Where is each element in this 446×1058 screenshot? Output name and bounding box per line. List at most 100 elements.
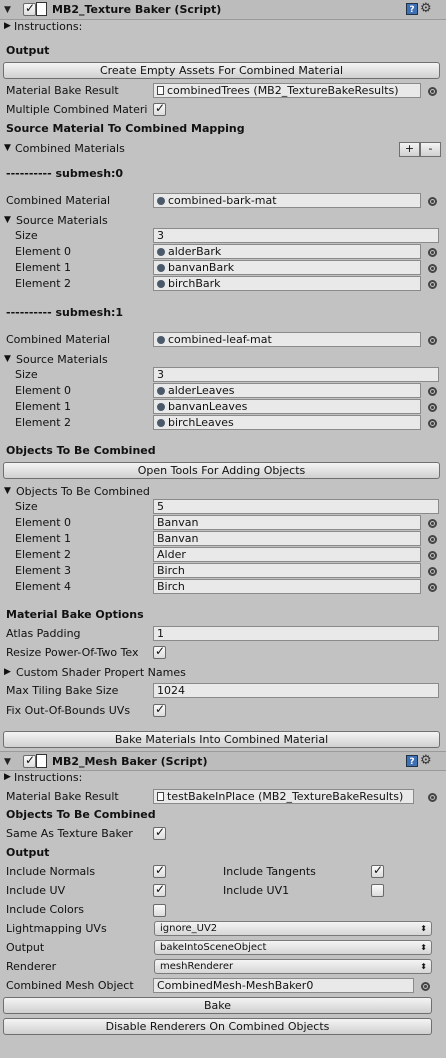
help-icon[interactable]: ? bbox=[406, 3, 418, 15]
source-materials-foldout[interactable]: Source Materials bbox=[16, 213, 108, 228]
object-picker-icon[interactable] bbox=[428, 793, 437, 802]
foldout-open-icon[interactable]: ▼ bbox=[4, 141, 11, 156]
size-label: Size bbox=[15, 368, 38, 381]
object-picker-icon[interactable] bbox=[421, 982, 430, 991]
object-picker-icon[interactable] bbox=[428, 419, 437, 428]
custom-shader-foldout[interactable]: Custom Shader Propert Names bbox=[16, 665, 186, 680]
instructions-foldout[interactable]: Instructions: bbox=[14, 770, 82, 785]
material-bake-result-field[interactable]: combinedTrees (MB2_TextureBakeResults) bbox=[153, 83, 421, 98]
bake-button[interactable]: Bake bbox=[3, 997, 432, 1014]
texture-baker-enabled-checkbox[interactable] bbox=[23, 1, 36, 16]
element-value: alderLeaves bbox=[168, 384, 235, 397]
foldout-open-icon[interactable]: ▼ bbox=[4, 213, 11, 228]
element-field[interactable]: alderLeaves bbox=[153, 383, 421, 398]
gear-icon[interactable]: ⚙ bbox=[420, 753, 432, 768]
element-label: Element 1 bbox=[15, 261, 72, 274]
same-as-checkbox[interactable] bbox=[153, 825, 166, 840]
object-picker-icon[interactable] bbox=[428, 403, 437, 412]
material-icon bbox=[157, 387, 165, 395]
include-normals-checkbox[interactable] bbox=[153, 863, 166, 878]
bake-materials-button[interactable]: Bake Materials Into Combined Material bbox=[3, 731, 440, 748]
create-empty-assets-button[interactable]: Create Empty Assets For Combined Materia… bbox=[3, 62, 440, 79]
atlas-padding-field[interactable]: 1 bbox=[153, 626, 439, 641]
foldout-open-icon[interactable]: ▼ bbox=[4, 484, 11, 499]
object-element-field[interactable]: Birch bbox=[153, 579, 421, 594]
max-tiling-field[interactable]: 1024 bbox=[153, 683, 439, 698]
object-picker-icon[interactable] bbox=[428, 280, 437, 289]
renderer-value: meshRenderer bbox=[160, 961, 234, 972]
include-normals-label: Include Normals bbox=[6, 865, 96, 878]
remove-button[interactable]: - bbox=[420, 142, 441, 157]
texture-baker-header[interactable]: ▼ MB2_Texture Baker (Script) ? ⚙ bbox=[0, 0, 446, 20]
foldout-open-icon[interactable]: ▼ bbox=[4, 352, 11, 367]
element-value: banvanBark bbox=[168, 261, 235, 274]
object-picker-icon[interactable] bbox=[428, 519, 437, 528]
material-bake-result-field[interactable]: testBakeInPlace (MB2_TextureBakeResults) bbox=[153, 789, 414, 804]
foldout-closed-icon[interactable]: ▶ bbox=[4, 665, 11, 680]
element-field[interactable]: alderBark bbox=[153, 244, 421, 259]
renderer-dropdown[interactable]: meshRenderer ⬍ bbox=[154, 959, 432, 974]
object-element-field[interactable]: Alder bbox=[153, 547, 421, 562]
include-uv-label: Include UV bbox=[6, 884, 66, 897]
object-element-field[interactable]: Birch bbox=[153, 563, 421, 578]
multiple-combined-checkbox[interactable] bbox=[153, 101, 166, 116]
element-field[interactable]: banvanLeaves bbox=[153, 399, 421, 414]
element-field[interactable]: banvanBark bbox=[153, 260, 421, 275]
include-colors-checkbox[interactable] bbox=[153, 904, 166, 917]
object-picker-icon[interactable] bbox=[428, 567, 437, 576]
object-picker-icon[interactable] bbox=[428, 87, 437, 96]
object-picker-icon[interactable] bbox=[428, 387, 437, 396]
object-picker-icon[interactable] bbox=[428, 583, 437, 592]
open-tools-button[interactable]: Open Tools For Adding Objects bbox=[3, 462, 440, 479]
combined-material-field[interactable]: combined-leaf-mat bbox=[153, 332, 421, 347]
object-element-label: Element 0 bbox=[15, 516, 72, 529]
asset-file-icon bbox=[157, 792, 164, 801]
popup-arrow-icon: ⬍ bbox=[420, 962, 427, 971]
foldout-closed-icon[interactable]: ▶ bbox=[4, 770, 11, 785]
combined-material-label: Combined Material bbox=[6, 194, 111, 207]
include-uv1-label: Include UV1 bbox=[223, 884, 290, 897]
element-field[interactable]: birchLeaves bbox=[153, 415, 421, 430]
material-bake-result-label: Material Bake Result bbox=[6, 790, 119, 803]
size-field[interactable]: 5 bbox=[153, 499, 439, 514]
object-element-field[interactable]: Banvan bbox=[153, 515, 421, 530]
material-icon bbox=[157, 336, 165, 344]
object-picker-icon[interactable] bbox=[428, 535, 437, 544]
size-field[interactable]: 3 bbox=[153, 367, 439, 382]
object-picker-icon[interactable] bbox=[428, 336, 437, 345]
objects-heading: Objects To Be Combined bbox=[6, 444, 156, 457]
mesh-baker-enabled-checkbox[interactable] bbox=[23, 753, 36, 768]
element-label: Element 0 bbox=[15, 245, 72, 258]
help-icon[interactable]: ? bbox=[406, 755, 418, 767]
instructions-foldout[interactable]: Instructions: bbox=[14, 19, 82, 34]
object-element-label: Element 4 bbox=[15, 580, 72, 593]
source-materials-foldout[interactable]: Source Materials bbox=[16, 352, 108, 367]
lightmapping-dropdown[interactable]: ignore_UV2 ⬍ bbox=[154, 921, 432, 936]
foldout-open-icon[interactable]: ▼ bbox=[4, 755, 11, 769]
material-bake-result-value: testBakeInPlace (MB2_TextureBakeResults) bbox=[167, 790, 404, 803]
element-field[interactable]: birchBark bbox=[153, 276, 421, 291]
resize-checkbox[interactable] bbox=[153, 644, 166, 659]
object-picker-icon[interactable] bbox=[428, 264, 437, 273]
objects-foldout[interactable]: Objects To Be Combined bbox=[16, 484, 150, 499]
foldout-open-icon[interactable]: ▼ bbox=[4, 3, 11, 17]
mesh-baker-header[interactable]: ▼ MB2_Mesh Baker (Script) ? ⚙ bbox=[0, 751, 446, 771]
disable-renderers-button[interactable]: Disable Renderers On Combined Objects bbox=[3, 1018, 432, 1035]
object-picker-icon[interactable] bbox=[428, 551, 437, 560]
combined-material-field[interactable]: combined-bark-mat bbox=[153, 193, 421, 208]
object-element-label: Element 3 bbox=[15, 564, 72, 577]
foldout-closed-icon[interactable]: ▶ bbox=[4, 19, 11, 34]
gear-icon[interactable]: ⚙ bbox=[420, 1, 432, 16]
combined-mesh-field[interactable]: CombinedMesh-MeshBaker0 bbox=[153, 978, 414, 993]
object-element-field[interactable]: Banvan bbox=[153, 531, 421, 546]
add-button[interactable]: + bbox=[399, 142, 420, 157]
object-picker-icon[interactable] bbox=[428, 197, 437, 206]
combined-materials-foldout[interactable]: Combined Materials bbox=[15, 141, 125, 156]
object-picker-icon[interactable] bbox=[428, 248, 437, 257]
include-uv1-checkbox[interactable] bbox=[371, 884, 384, 897]
include-uv-checkbox[interactable] bbox=[153, 882, 166, 897]
fix-uvs-checkbox[interactable] bbox=[153, 702, 166, 717]
include-tangents-checkbox[interactable] bbox=[371, 863, 384, 878]
output-dropdown[interactable]: bakeIntoSceneObject ⬍ bbox=[154, 940, 432, 955]
size-field[interactable]: 3 bbox=[153, 228, 439, 243]
